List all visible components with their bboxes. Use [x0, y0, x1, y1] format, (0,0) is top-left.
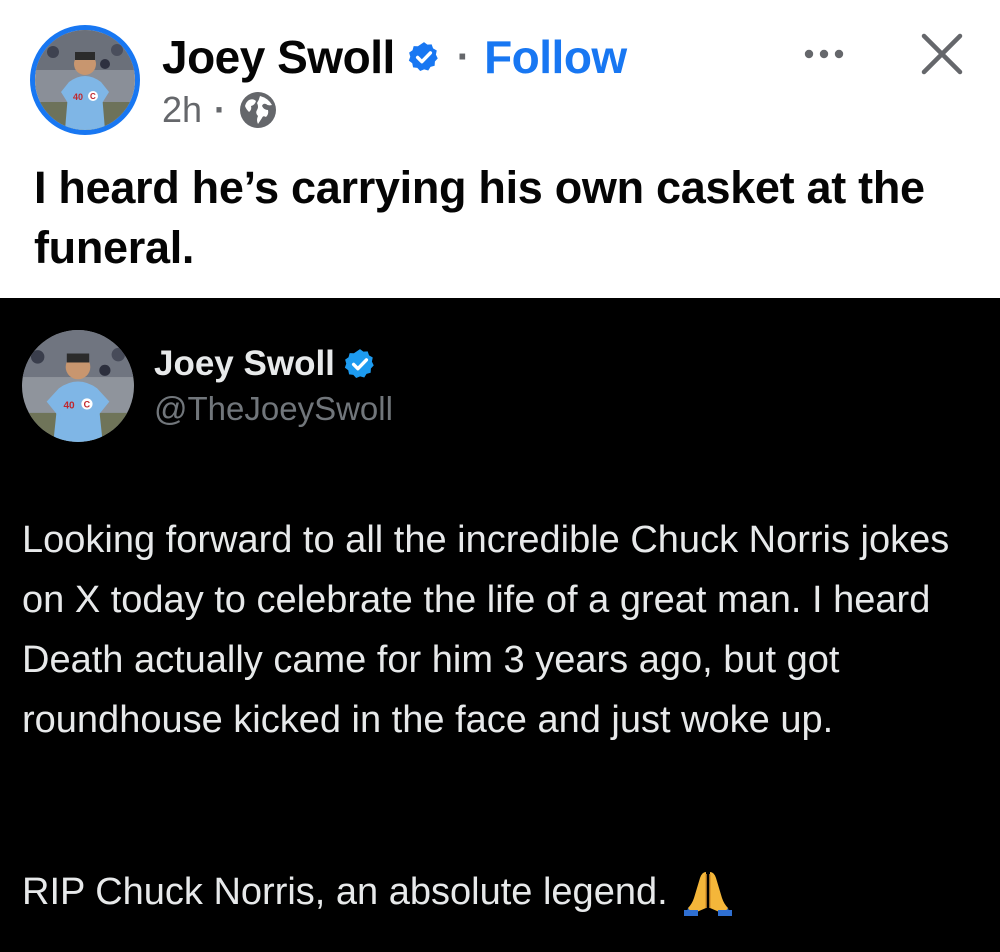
tweet-author-row: Joey Swoll — [154, 342, 377, 386]
avatar-photo: 40 C — [35, 30, 135, 130]
author-avatar[interactable]: 40 C — [30, 25, 140, 135]
separator-dot: · — [456, 34, 471, 79]
folded-hands-emoji-icon — [682, 868, 734, 916]
post-timestamp[interactable]: 2h — [162, 89, 202, 131]
verified-badge-icon — [343, 347, 377, 381]
tweet-closing-line: RIP Chuck Norris, an absolute legend. — [22, 871, 668, 913]
embedded-tweet[interactable]: 40 C Joey Swoll @TheJoeySwoll Looking fo… — [0, 298, 1000, 952]
tweet-author-name[interactable]: Joey Swoll — [154, 344, 335, 384]
post-card: 40 C Joey Swoll · Follow 2h · I heard he… — [0, 0, 1000, 298]
tweet-author-avatar[interactable]: 40 C — [22, 330, 134, 442]
meta-separator: · — [214, 89, 227, 130]
close-icon[interactable] — [918, 30, 966, 78]
tweet-avatar-photo: 40 C — [22, 330, 134, 442]
svg-text:40: 40 — [73, 92, 83, 102]
author-row: Joey Swoll · Follow — [162, 28, 627, 86]
tweet-body: Looking forward to all the incredible Ch… — [22, 519, 960, 741]
svg-text:40: 40 — [63, 400, 75, 411]
svg-text:C: C — [84, 399, 91, 409]
globe-icon[interactable] — [238, 90, 278, 130]
author-name[interactable]: Joey Swoll — [162, 30, 395, 84]
more-options-icon[interactable] — [800, 30, 848, 70]
svg-text:C: C — [90, 92, 96, 101]
post-text: I heard he’s carrying his own casket at … — [34, 162, 925, 273]
post-meta: 2h · — [162, 86, 278, 134]
tweet-closing: RIP Chuck Norris, an absolute legend. — [22, 862, 987, 922]
verified-badge-icon — [407, 40, 441, 74]
tweet-author-handle[interactable]: @TheJoeySwoll — [154, 390, 393, 428]
follow-button[interactable]: Follow — [484, 30, 627, 84]
